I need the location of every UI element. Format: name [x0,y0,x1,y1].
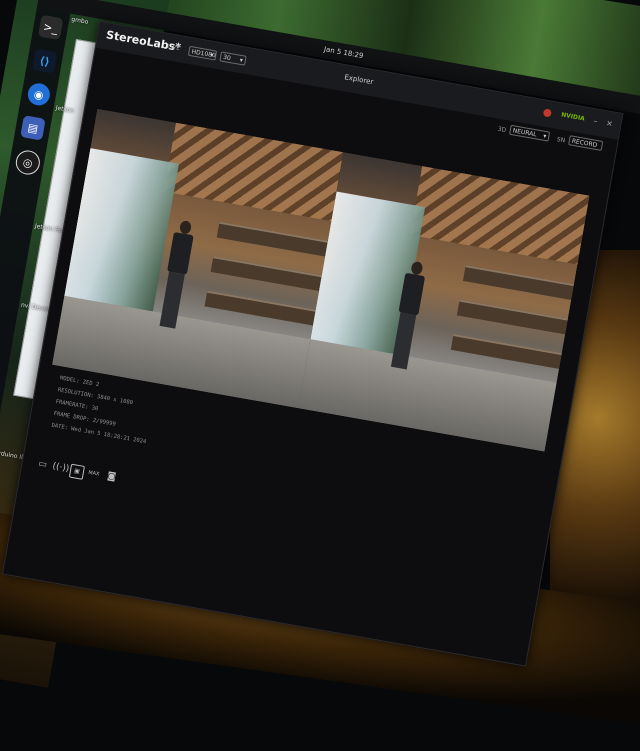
close-icon[interactable]: × [604,118,616,130]
files-icon[interactable]: ▤ [20,115,46,141]
sn-label: SN [556,136,566,145]
record-indicator-icon[interactable] [542,108,552,118]
balcony [462,265,575,300]
balcony [456,299,568,335]
balcony [216,221,328,257]
chevron-down-icon: ▾ [239,56,244,65]
desktop-screen: Jan 5 18:29 >_ ⟨⟩ ◉ ▤ ◎ gmbo Jetson Jets… [0,0,640,751]
terminal-icon[interactable]: >_ [37,14,64,41]
balcony [210,256,322,292]
chromium-icon[interactable]: ◉ [26,81,52,108]
person-torso [167,231,194,275]
broadcast-icon[interactable]: ((·)) [51,460,70,474]
minimize-icon[interactable]: – [590,116,602,128]
folder-icon[interactable]: ▭ [36,458,50,472]
mic-label[interactable]: MAX [85,466,103,481]
depth-icon[interactable]: ▣ [68,463,86,480]
nvidia-logo: NVIDIA [560,111,586,123]
balcony [204,290,316,326]
ceiling [163,122,344,222]
depth-mode-select[interactable]: NEURAL ▾ [509,124,551,142]
window-heading: Explorer [343,73,374,87]
chevron-down-icon: ▾ [542,132,547,141]
depth-label: 3D [497,125,507,135]
record-button[interactable]: RECORD [568,135,604,151]
vscode-icon[interactable]: ⟨⟩ [32,48,58,74]
fps-select[interactable]: 30 ▾ [219,51,247,66]
balcony [450,334,562,369]
obs-icon[interactable]: ◎ [13,148,42,177]
bottom-toolbar: ▭ ((·)) ▣ MAX ◙ [35,458,117,483]
ceiling [410,166,590,265]
resolution-select[interactable]: HD1080 ▾ [187,45,218,61]
right-camera-feed [298,152,590,452]
camera-icon[interactable]: ◙ [105,470,119,484]
stereolabs-window: StereoLabs* LIVE HD1080 ▾ 30 ▾ Explorer NV… [1,20,624,667]
left-camera-feed [52,108,344,409]
person-torso [398,272,426,316]
